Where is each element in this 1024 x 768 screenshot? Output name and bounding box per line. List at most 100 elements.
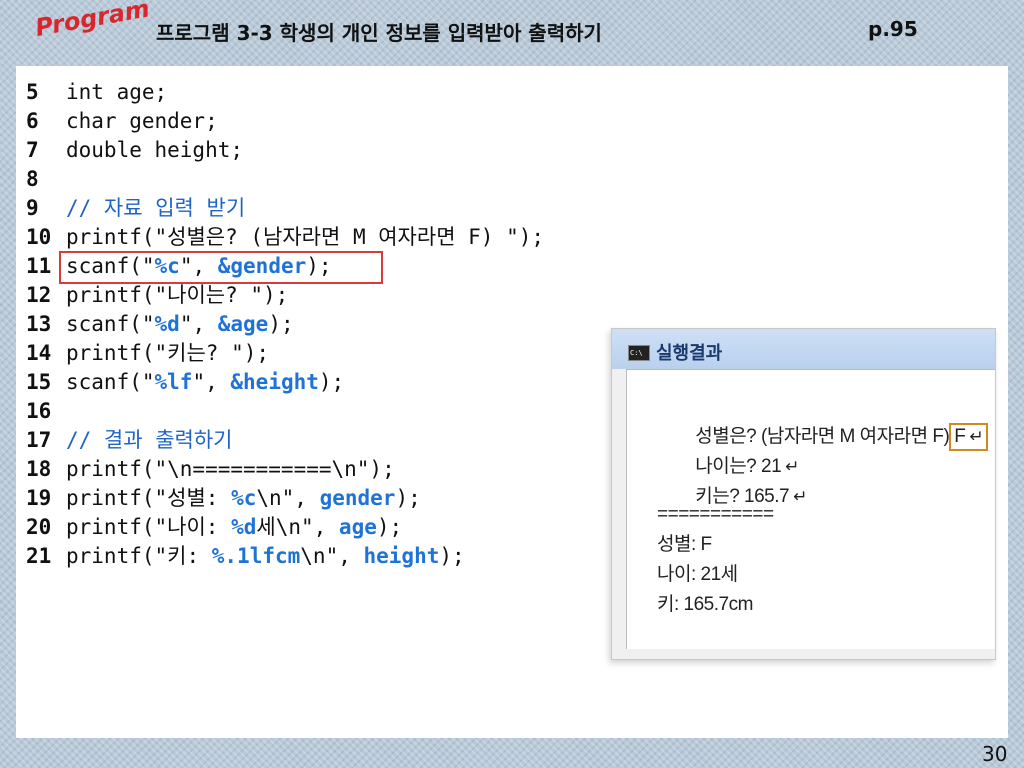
page-reference: p.95 bbox=[868, 17, 918, 41]
code-token: ); bbox=[376, 515, 403, 539]
code-text: printf("성별: %c\n", gender); bbox=[66, 484, 421, 513]
page-number: 30 bbox=[982, 742, 1008, 766]
code-token: scanf(" bbox=[66, 370, 155, 394]
code-line: 10 printf("성별은? (남자라면 M 여자라면 F) "); bbox=[26, 223, 544, 252]
result-separator: =========== bbox=[657, 504, 774, 525]
line-number: 6 bbox=[26, 109, 39, 133]
highlight-box bbox=[59, 251, 383, 284]
code-token: printf("키: bbox=[66, 544, 212, 568]
line-number: 19 bbox=[26, 486, 52, 510]
code-line: 21 printf("키: %.1lfcm\n", height); bbox=[26, 542, 544, 571]
code-token: char gender; bbox=[66, 109, 218, 133]
code-highlight: %c bbox=[231, 486, 257, 510]
code-text: printf("키: %.1lfcm\n", height); bbox=[66, 542, 465, 571]
result-console: 성별은? (남자라면 M 여자라면 F) F ↵ 나이는? 21 ↵ 키는? 165.… bbox=[626, 369, 995, 649]
code-highlight: age bbox=[338, 515, 377, 539]
code-highlight: gender bbox=[319, 486, 396, 510]
code-line: 20 printf("나이: %d세\n", age); bbox=[26, 513, 544, 542]
code-token: printf("성별: bbox=[66, 486, 232, 510]
code-token: ); bbox=[439, 544, 465, 568]
code-line: 12 printf("나이는? "); bbox=[26, 281, 544, 310]
code-highlight: height bbox=[363, 544, 440, 568]
code-text: // 결과 출력하기 bbox=[66, 426, 233, 455]
code-text: printf("\n===========\n"); bbox=[66, 455, 395, 484]
line-number: 21 bbox=[26, 544, 52, 568]
result-title: 실행결과 bbox=[656, 343, 723, 364]
code-highlight: %d bbox=[154, 312, 180, 336]
code-token: ", bbox=[192, 370, 231, 394]
result-titlebar: C:\ 실행결과 bbox=[612, 329, 995, 369]
code-line: 13 scanf("%d", &age); bbox=[26, 310, 544, 339]
code-highlight: %d bbox=[231, 515, 257, 539]
code-comment: // 결과 출력하기 bbox=[66, 428, 233, 452]
code-token: ", bbox=[179, 312, 218, 336]
result-output-line: 키: 165.7cm bbox=[657, 594, 753, 615]
code-token: ); bbox=[318, 370, 345, 394]
console-icon: C:\ bbox=[628, 345, 650, 361]
program-label: Program bbox=[33, 0, 152, 42]
result-input-line: 키는? 165.7 ↵ bbox=[657, 452, 988, 507]
code-line: 7 double height; bbox=[26, 136, 544, 165]
line-number: 17 bbox=[26, 428, 52, 452]
line-number: 7 bbox=[26, 138, 39, 162]
result-input-line: 나이는? 21 ↵ bbox=[657, 422, 988, 477]
result-text: 성별은? (남자라면 M 여자라면 F) F ↵ 나이는? 21 ↵ 키는? 165.… bbox=[657, 392, 989, 620]
code-token: printf("나이: bbox=[66, 515, 232, 539]
code-highlight: %lf bbox=[154, 370, 193, 394]
code-token: \n", bbox=[300, 544, 364, 568]
slide-header: Program 프로그램 3-3 학생의 개인 정보를 입력받아 출력하기 p.… bbox=[16, 0, 1008, 66]
code-token: printf("\n===========\n"); bbox=[66, 457, 395, 481]
code-text: printf("나이는? "); bbox=[66, 281, 288, 310]
code-line: 14 printf("키는? "); bbox=[26, 339, 544, 368]
code-line: 9 // 자료 입력 받기 bbox=[26, 194, 544, 223]
code-highlight: &height bbox=[230, 370, 319, 394]
code-token: printf("키는? "); bbox=[66, 341, 269, 365]
code-token: double height; bbox=[66, 138, 244, 162]
code-comment: // 자료 입력 받기 bbox=[66, 196, 246, 220]
code-highlight: %.1lfcm bbox=[211, 544, 301, 568]
code-listing: 5 int age; 6 char gender; 7 double height; 8 9 /… bbox=[26, 78, 544, 571]
code-text: int age; bbox=[66, 78, 167, 107]
code-token: ); bbox=[395, 486, 421, 510]
line-number: 18 bbox=[26, 457, 52, 481]
line-number: 13 bbox=[26, 312, 52, 336]
line-number: 12 bbox=[26, 283, 52, 307]
code-line: 8 bbox=[26, 165, 544, 194]
code-line: 19 printf("성별: %c\n", gender); bbox=[26, 484, 544, 513]
line-number: 5 bbox=[26, 80, 39, 104]
code-text: scanf("%d", &age); bbox=[66, 310, 294, 339]
code-highlight: &age bbox=[217, 312, 269, 336]
code-token: ); bbox=[268, 312, 294, 336]
code-line: 5 int age; bbox=[26, 78, 544, 107]
code-token: printf("성별은? (남자라면 M 여자라면 F) "); bbox=[66, 225, 545, 249]
line-number: 14 bbox=[26, 341, 52, 365]
line-number: 9 bbox=[26, 196, 39, 220]
slide-title: 프로그램 3-3 학생의 개인 정보를 입력받아 출력하기 bbox=[156, 21, 602, 45]
code-text: // 자료 입력 받기 bbox=[66, 194, 245, 223]
code-text: scanf("%lf", &height); bbox=[66, 368, 344, 397]
code-line: 18 printf("\n===========\n"); bbox=[26, 455, 544, 484]
line-number: 10 bbox=[26, 225, 52, 249]
line-number: 16 bbox=[26, 399, 52, 423]
result-output-line: 나이: 21세 bbox=[657, 564, 738, 585]
result-input-line: 성별은? (남자라면 M 여자라면 F) F ↵ bbox=[657, 392, 989, 451]
code-token: scanf(" bbox=[66, 312, 155, 336]
code-token: int age; bbox=[66, 80, 168, 104]
code-text: char gender; bbox=[66, 107, 218, 136]
code-line: 15 scanf("%lf", &height); bbox=[26, 368, 544, 397]
result-output-line: 성별: F bbox=[657, 534, 712, 555]
code-token: \n", bbox=[256, 486, 320, 510]
code-text: printf("키는? "); bbox=[66, 339, 269, 368]
code-line: 17 // 결과 출력하기 bbox=[26, 426, 544, 455]
code-token: printf("나이는? "); bbox=[66, 283, 289, 307]
code-line: 16 bbox=[26, 397, 544, 426]
line-number: 8 bbox=[26, 167, 39, 191]
result-window: C:\ 실행결과 성별은? (남자라면 M 여자라면 F) F ↵ 나이는? 21 ↵… bbox=[611, 328, 996, 660]
code-text: printf("나이: %d세\n", age); bbox=[66, 513, 402, 542]
code-text: printf("성별은? (남자라면 M 여자라면 F) "); bbox=[66, 223, 544, 252]
line-number: 20 bbox=[26, 515, 52, 539]
code-line: 6 char gender; bbox=[26, 107, 544, 136]
code-token: 세\n", bbox=[256, 515, 339, 539]
line-number: 15 bbox=[26, 370, 52, 394]
code-text: double height; bbox=[66, 136, 243, 165]
